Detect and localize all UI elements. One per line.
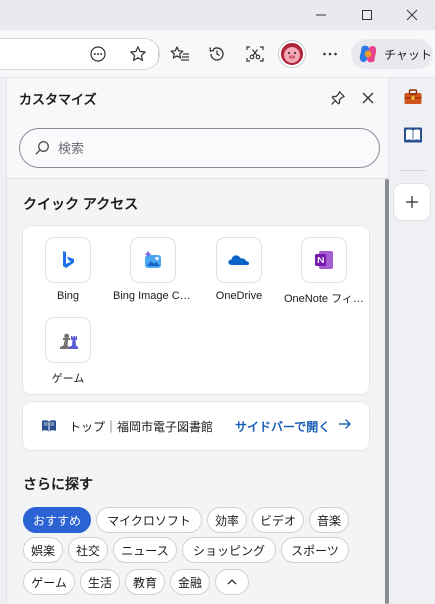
rail-divider <box>400 170 426 171</box>
toolbox-icon <box>404 89 422 104</box>
profile-avatar[interactable] <box>279 41 305 67</box>
chip-games[interactable]: ゲーム <box>23 569 75 595</box>
image-creator-icon <box>144 250 161 268</box>
chip-entertainment[interactable]: 娯楽 <box>23 537 63 563</box>
games-tile <box>46 318 90 362</box>
bing-icon <box>63 251 74 268</box>
search-icon <box>35 141 49 155</box>
toolbar-divider <box>158 46 159 62</box>
screenshot-scissors-icon <box>246 46 264 62</box>
add-sidebar-app-button[interactable] <box>394 184 430 220</box>
chess-icon <box>60 333 78 349</box>
minimize-icon <box>316 14 326 16</box>
minimize-button[interactable] <box>298 0 344 30</box>
pin-icon <box>331 91 345 105</box>
onenote-tile <box>302 238 346 282</box>
quick-access-item-bing[interactable]: Bing <box>26 238 110 314</box>
arrow-right-icon[interactable] <box>337 416 353 432</box>
book-icon <box>404 127 422 143</box>
quick-access-title: クイック アクセス <box>23 196 139 212</box>
open-book-icon <box>42 420 56 432</box>
browser-toolbar: チャット <box>0 30 435 78</box>
pinned-site-title: トップ｜福岡市電子図書館 <box>69 419 214 434</box>
close-window-button[interactable] <box>389 0 435 30</box>
more-horizontal-icon <box>323 52 337 56</box>
settings-more-button[interactable] <box>316 40 344 68</box>
search-input[interactable] <box>58 140 338 156</box>
more-circle-icon <box>90 46 106 62</box>
chip-video[interactable]: ビデオ <box>252 507 304 533</box>
chip-news[interactable]: ニュース <box>113 537 177 563</box>
maximize-button[interactable] <box>344 0 390 30</box>
profile-pig-icon <box>284 47 300 63</box>
quick-access-label: ゲーム <box>51 373 85 385</box>
customize-sidebar-panel: カスタマイズ クイック アクセス Bing <box>6 78 390 604</box>
chevron-up-icon <box>227 579 237 585</box>
history-icon <box>209 47 224 61</box>
onedrive-icon <box>228 255 250 265</box>
title-bar <box>0 0 435 30</box>
star-icon <box>130 46 146 61</box>
onedrive-tile <box>217 238 261 282</box>
chip-education[interactable]: 教育 <box>125 569 165 595</box>
screenshot-button[interactable] <box>241 40 269 68</box>
close-panel-button[interactable] <box>354 84 382 112</box>
bing-tile <box>46 238 90 282</box>
chip-finance[interactable]: 金融 <box>170 569 210 595</box>
pinned-site-card[interactable]: トップ｜福岡市電子図書館 サイドバーで開く <box>23 402 369 450</box>
panel-header: カスタマイズ <box>7 78 390 118</box>
search-box[interactable] <box>19 128 380 168</box>
close-icon <box>362 92 374 104</box>
quick-access-item-onenote[interactable]: OneNote フィード <box>282 238 366 314</box>
image-creator-tile <box>131 238 175 282</box>
quick-access-item-games[interactable]: ゲーム <box>26 318 110 394</box>
chip-shopping[interactable]: ショッピング <box>182 537 276 563</box>
quick-access-label: Bing Image Creator <box>113 290 193 302</box>
tools-button[interactable] <box>398 82 428 112</box>
history-button[interactable] <box>203 40 231 68</box>
pin-panel-button[interactable] <box>324 84 352 112</box>
explore-more-title: さらに探す <box>23 476 93 492</box>
quick-access-item-image-creator[interactable]: Bing Image Creator <box>111 238 195 314</box>
close-icon <box>406 9 418 21</box>
plus-icon <box>406 196 418 208</box>
copilot-chat-button[interactable]: チャット <box>351 39 433 69</box>
sidebar-rail <box>390 78 435 604</box>
chip-sports[interactable]: スポーツ <box>281 537 349 563</box>
panel-scrollbar[interactable] <box>385 179 389 604</box>
favorites-button[interactable] <box>166 40 194 68</box>
chip-collapse-button[interactable] <box>215 569 249 595</box>
chip-music[interactable]: 音楽 <box>309 507 349 533</box>
copilot-icon <box>359 45 377 63</box>
maximize-icon <box>362 10 372 20</box>
panel-title: カスタマイズ <box>19 92 97 107</box>
library-shortcut-button[interactable] <box>398 120 428 150</box>
quick-access-label: OneDrive <box>215 290 263 302</box>
panel-scroll-area[interactable]: クイック アクセス Bing Bing Image Creator <box>7 179 390 604</box>
chip-lifestyle[interactable]: 生活 <box>80 569 120 595</box>
open-in-sidebar-link[interactable]: サイドバーで開く <box>235 418 330 435</box>
chip-efficiency[interactable]: 効率 <box>207 507 247 533</box>
chip-microsoft[interactable]: マイクロソフト <box>96 507 202 533</box>
chip-social[interactable]: 社交 <box>68 537 108 563</box>
chip-recommended[interactable]: おすすめ <box>23 507 91 533</box>
favorites-list-icon <box>170 46 189 61</box>
quick-access-label: OneNote フィード <box>284 293 364 305</box>
copilot-label: チャット <box>384 47 432 62</box>
quick-access-label: Bing <box>56 290 80 302</box>
favorite-button[interactable] <box>124 40 152 68</box>
quick-access-item-onedrive[interactable]: OneDrive <box>197 238 281 314</box>
quick-access-card: Bing Bing Image Creator OneDrive <box>23 226 369 394</box>
page-options-button[interactable] <box>84 40 112 68</box>
onenote-icon <box>315 251 333 269</box>
